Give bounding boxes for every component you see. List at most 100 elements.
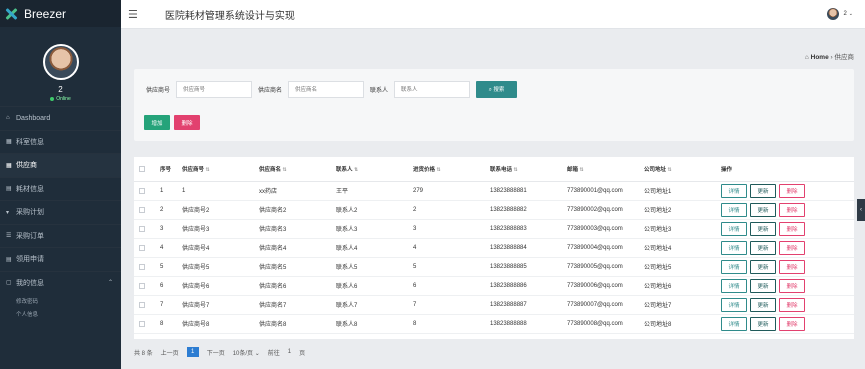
update-button[interactable]: 更新	[750, 278, 776, 293]
breadcrumb-home[interactable]: Home	[811, 54, 829, 61]
detail-button[interactable]: 详情	[721, 278, 747, 293]
update-button[interactable]: 更新	[750, 221, 776, 236]
sort-icon[interactable]: ⇅	[206, 167, 210, 173]
header-address[interactable]: 公司地址 ⇅	[644, 157, 721, 182]
update-button[interactable]: 更新	[750, 316, 776, 331]
table-row[interactable]: 6 供应商号6 供应商名6 联系人6 6 13823888886 773890006@qq.…	[134, 276, 854, 296]
table-row[interactable]: 4 供应商号4 供应商名4 联系人4 4 13823888884 773890004@qq.…	[134, 238, 854, 258]
table-row[interactable]: 2 供应商号2 供应商名2 联系人2 2 13823888882 773890002@qq.…	[134, 200, 854, 220]
sidebar-item-2[interactable]: ▦ 供应商	[0, 153, 121, 177]
current-page[interactable]: 1	[186, 347, 199, 357]
table-cell: 3	[413, 219, 490, 239]
row-checkbox[interactable]	[139, 187, 145, 194]
row-actions: 详情 更新 删除	[721, 219, 854, 239]
row-checkbox[interactable]	[139, 282, 145, 289]
detail-button[interactable]: 详情	[721, 259, 747, 274]
row-select-cell	[134, 314, 160, 334]
add-button[interactable]: 增加	[144, 115, 170, 130]
detail-button[interactable]: 详情	[721, 183, 747, 198]
select-all-checkbox[interactable]	[139, 165, 145, 172]
breadcrumb-current: 供应商	[834, 54, 855, 61]
search-button[interactable]: ⌕ 搜索	[476, 81, 518, 98]
row-checkbox[interactable]	[139, 320, 145, 327]
header-phone[interactable]: 联系电话 ⇅	[490, 157, 567, 182]
profile: 2 Online	[0, 27, 121, 106]
sort-icon[interactable]: ⇅	[354, 167, 358, 173]
row-checkbox[interactable]	[139, 225, 145, 232]
detail-button[interactable]: 详情	[721, 240, 747, 255]
menu-toggle-icon[interactable]: ☰	[128, 8, 138, 21]
next-page[interactable]: 下一页	[207, 348, 225, 357]
table-cell: 供应商名2	[259, 200, 336, 220]
sidebar-subitem-1[interactable]: 个人信息	[0, 307, 121, 320]
update-button[interactable]: 更新	[750, 183, 776, 198]
table-cell: 公司地址3	[644, 219, 721, 239]
delete-button[interactable]: 删除	[779, 202, 805, 217]
delete-button[interactable]: 删除	[779, 183, 805, 198]
brand[interactable]: Breezer	[0, 0, 121, 27]
sidebar-item-5[interactable]: ☰ 采购订单	[0, 223, 121, 248]
table-cell: 公司地址6	[644, 276, 721, 296]
detail-button[interactable]: 详情	[721, 221, 747, 236]
update-button[interactable]: 更新	[750, 202, 776, 217]
delete-button[interactable]: 删除	[779, 278, 805, 293]
sidebar-item-label: 领用申请	[16, 256, 44, 264]
sidebar-item-label: 采购订单	[16, 232, 44, 240]
breadcrumb-separator: ›	[830, 54, 833, 61]
collapse-panel-handle[interactable]: ‹	[857, 199, 865, 221]
delete-button[interactable]: 删除	[779, 297, 805, 312]
table-cell: 6	[413, 276, 490, 296]
table-row[interactable]: 7 供应商号7 供应商名7 联系人7 7 13823888887 773890007@qq.…	[134, 295, 854, 315]
sidebar-item-0[interactable]: ⌂ Dashboard	[0, 106, 121, 130]
header-email[interactable]: 邮箱 ⇅	[567, 157, 644, 182]
delete-button[interactable]: 删除	[779, 240, 805, 255]
sort-icon[interactable]: ⇅	[668, 167, 672, 173]
page-size-select[interactable]: 10条/页 ⌄	[233, 348, 260, 357]
sort-icon[interactable]: ⇅	[514, 167, 518, 173]
goto-input[interactable]: 1	[288, 349, 291, 355]
delete-button[interactable]: 删除	[779, 259, 805, 274]
sidebar-item-1[interactable]: ▦ 科室信息	[0, 129, 121, 154]
detail-button[interactable]: 详情	[721, 316, 747, 331]
row-checkbox[interactable]	[139, 206, 145, 213]
header-supplier-no[interactable]: 供应商号 ⇅	[182, 157, 259, 182]
sidebar-item-4[interactable]: ▾ 采购计划	[0, 200, 121, 224]
header-supplier-name[interactable]: 供应商名 ⇅	[259, 157, 336, 182]
sidebar-item-6[interactable]: ▤ 领用申请	[0, 247, 121, 271]
detail-button[interactable]: 详情	[721, 202, 747, 217]
delete-button[interactable]: 删除	[779, 316, 805, 331]
supplier-no-input[interactable]	[176, 81, 253, 98]
sort-icon[interactable]: ⇅	[437, 167, 441, 173]
table-row[interactable]: 8 供应商号8 供应商名8 联系人8 8 13823888888 773890008@qq.…	[134, 314, 854, 334]
table-cell: 7	[413, 295, 490, 315]
delete-button[interactable]: 删除	[779, 221, 805, 236]
prev-page[interactable]: 上一页	[161, 348, 179, 357]
table-row[interactable]: 5 供应商号5 供应商名5 联系人5 5 13823888885 773890005@qq.…	[134, 257, 854, 277]
sidebar-item-3[interactable]: ▤ 耗材信息	[0, 176, 121, 201]
avatar[interactable]	[42, 44, 79, 80]
contact-input[interactable]	[394, 81, 471, 98]
page-unit: 页	[299, 350, 306, 357]
table-cell: 供应商名4	[259, 238, 336, 258]
sidebar-subitem-0[interactable]: 修改密码	[0, 294, 121, 307]
update-button[interactable]: 更新	[750, 240, 776, 255]
row-checkbox[interactable]	[139, 263, 145, 270]
detail-button[interactable]: 详情	[721, 297, 747, 312]
row-select-cell	[134, 276, 160, 296]
row-checkbox[interactable]	[139, 244, 145, 251]
user-menu[interactable]: 2 ⌄	[827, 8, 853, 20]
table-row[interactable]: 1 1 xx药店 王平 279 13823888881 773890001@qq.com 公司…	[134, 181, 854, 201]
sidebar-item-7[interactable]: ▢ 我的信息 ⌃	[0, 270, 121, 295]
row-checkbox[interactable]	[139, 301, 145, 308]
row-actions: 详情 更新 删除	[721, 257, 854, 277]
sort-icon[interactable]: ⇅	[580, 167, 584, 173]
header-contact[interactable]: 联系人 ⇅	[336, 157, 413, 182]
sort-icon[interactable]: ⇅	[283, 167, 287, 173]
table-cell: 公司地址5	[644, 257, 721, 277]
update-button[interactable]: 更新	[750, 259, 776, 274]
update-button[interactable]: 更新	[750, 297, 776, 312]
batch-delete-button[interactable]: 删除	[174, 115, 200, 130]
supplier-name-input[interactable]	[288, 81, 365, 98]
table-row[interactable]: 3 供应商号3 供应商名3 联系人3 3 13823888883 773890003@qq.…	[134, 219, 854, 239]
header-price[interactable]: 进货价格 ⇅	[413, 157, 490, 182]
